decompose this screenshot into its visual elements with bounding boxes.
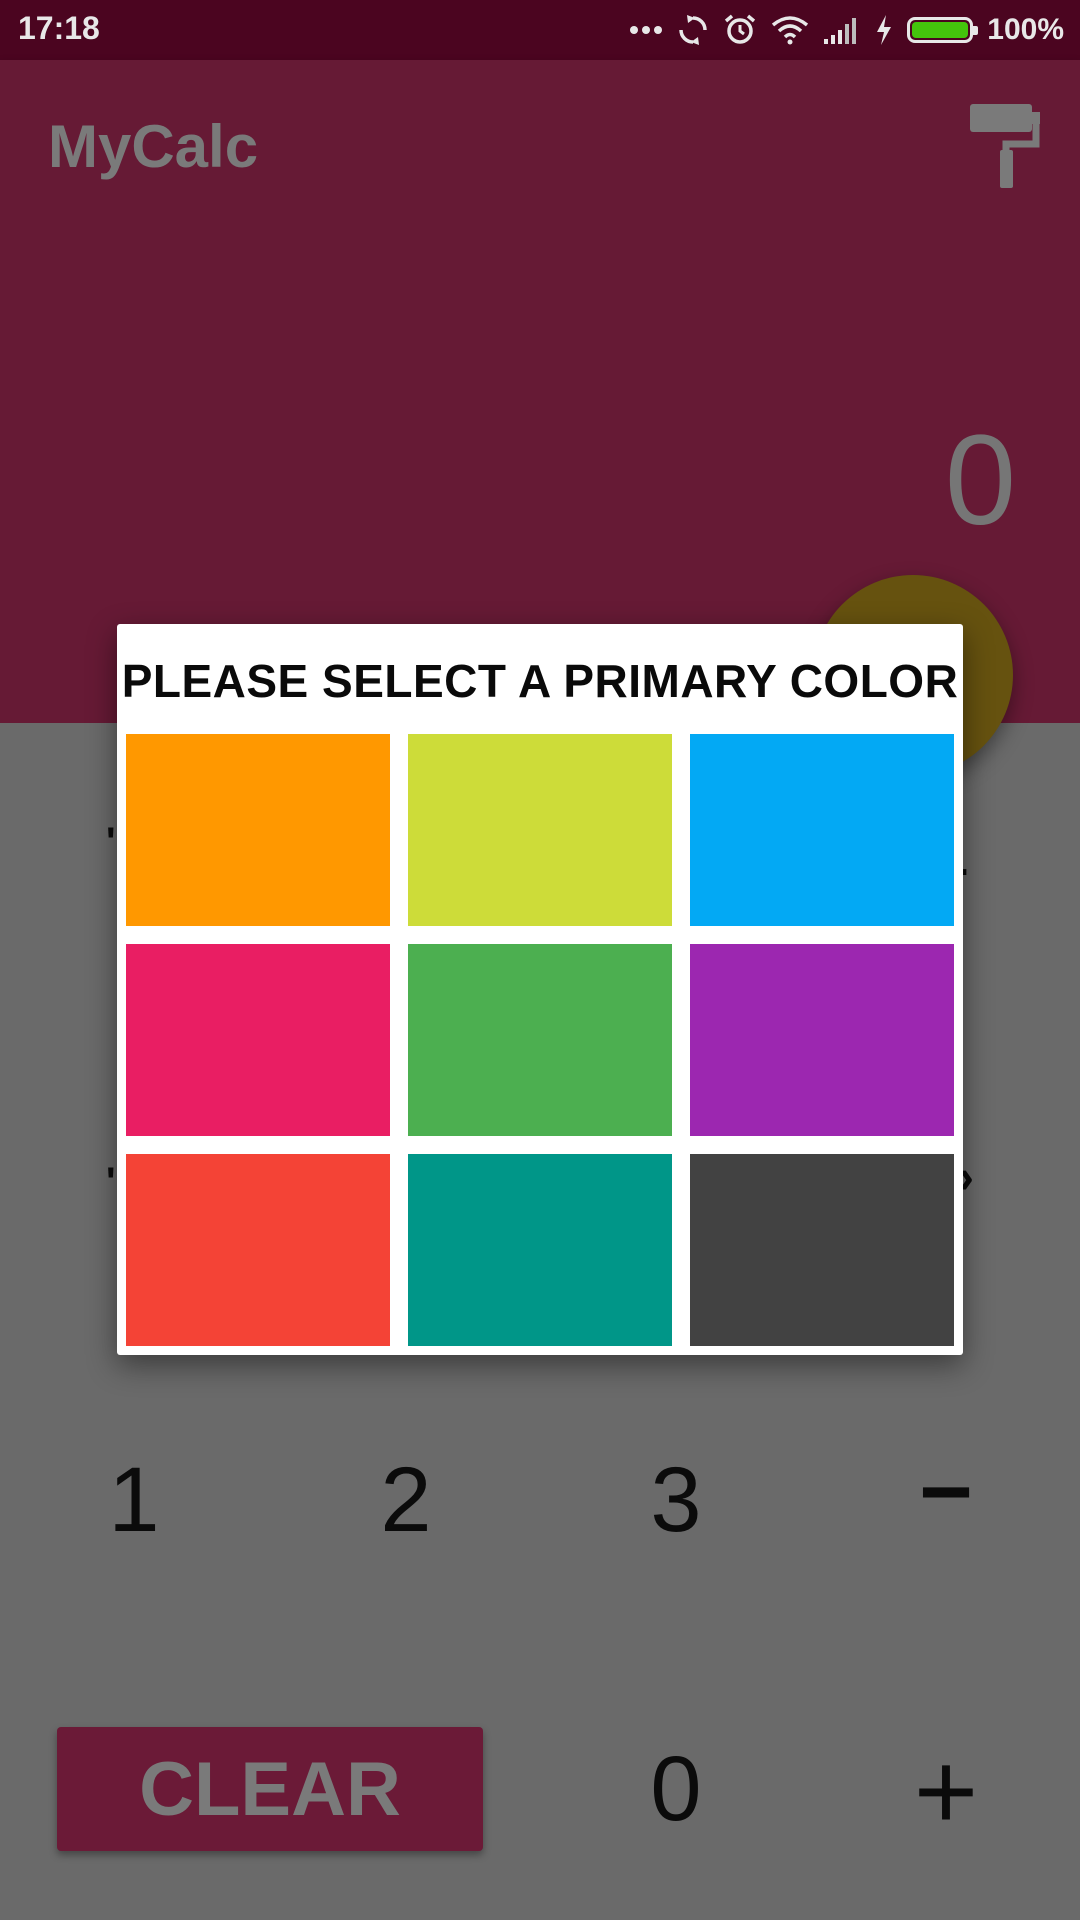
- key-hidden-left-top: ': [106, 820, 116, 864]
- swatch-green[interactable]: [408, 944, 672, 1136]
- display-value: 0: [944, 409, 1016, 552]
- key-hidden-left-mid: ': [106, 1160, 116, 1204]
- key-0[interactable]: 0: [606, 1737, 746, 1842]
- color-picker-dialog: PLEASE SELECT A PRIMARY COLOR: [117, 624, 963, 1355]
- key-3[interactable]: 3: [606, 1448, 746, 1553]
- signal-icon: [823, 8, 861, 52]
- battery-percent: 100%: [987, 13, 1064, 46]
- paint-roller-icon[interactable]: [966, 100, 1046, 190]
- battery-icon: [907, 8, 979, 52]
- key-1[interactable]: 1: [64, 1448, 204, 1553]
- key-minus[interactable]: −: [876, 1440, 1016, 1545]
- more-dots-icon: [629, 8, 663, 52]
- key-plus[interactable]: +: [876, 1728, 1016, 1855]
- sync-icon: [677, 8, 709, 52]
- dialog-title: PLEASE SELECT A PRIMARY COLOR: [121, 655, 959, 707]
- swatch-dark-grey[interactable]: [690, 1154, 954, 1346]
- alarm-icon: [723, 8, 757, 52]
- swatch-red[interactable]: [126, 1154, 390, 1346]
- charging-bolt-icon: [875, 8, 893, 52]
- status-bar: 17:18 100%: [0, 0, 1080, 60]
- swatch-purple[interactable]: [690, 944, 954, 1136]
- wifi-icon: [771, 8, 809, 52]
- app-bar: MyCalc: [0, 60, 1080, 227]
- app-title: MyCalc: [48, 113, 259, 180]
- status-time: 17:18: [18, 10, 100, 46]
- swatch-orange[interactable]: [126, 734, 390, 926]
- swatch-lime[interactable]: [408, 734, 672, 926]
- swatch-light-blue[interactable]: [690, 734, 954, 926]
- key-2[interactable]: 2: [336, 1448, 476, 1553]
- battery-fill: [912, 22, 969, 38]
- status-icons: 100%: [629, 8, 1064, 52]
- swatch-pink[interactable]: [126, 944, 390, 1136]
- swatch-grid: [126, 734, 954, 1346]
- swatch-teal[interactable]: [408, 1154, 672, 1346]
- clear-button[interactable]: CLEAR: [57, 1727, 483, 1851]
